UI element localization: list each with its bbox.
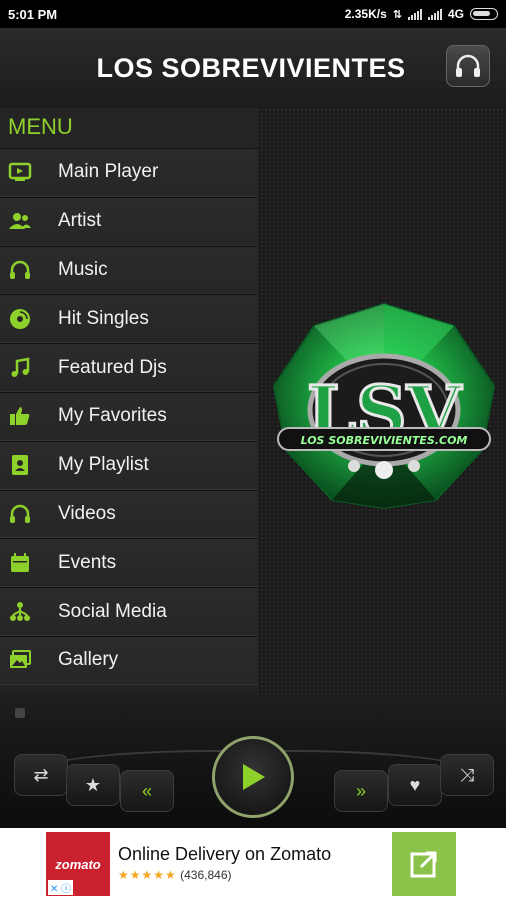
app-header: LOS SOBREVIVIENTES — [0, 28, 506, 108]
menu-item-label: Music — [58, 258, 108, 280]
menu-item-label: Social Media — [58, 600, 167, 622]
data-transfer-icon: ⇅ — [392, 8, 402, 21]
battery-icon — [470, 8, 498, 20]
menu-item-artist[interactable]: Artist — [0, 196, 258, 246]
progress-indicator[interactable] — [15, 708, 25, 718]
logo-text: LOS SOBREVIVIENTES.COM — [301, 434, 468, 447]
headphones-icon — [0, 258, 58, 282]
rewind-icon: « — [141, 780, 152, 801]
menu-item-label: Hit Singles — [58, 307, 149, 329]
menu-list: Main Player Artist Music Hit Singles Feature… — [0, 148, 258, 685]
menu-item-label: Featured Djs — [58, 356, 167, 378]
app-logo: LSV LOS SOBREVIVIENTES.COM — [268, 300, 500, 512]
status-icons: 2.35K/s ⇅ 4G — [345, 7, 498, 21]
play-button[interactable] — [212, 736, 294, 818]
menu-item-gallery[interactable]: Gallery — [0, 635, 258, 685]
menu-item-my-playlist[interactable]: My Playlist — [0, 440, 258, 490]
menu-item-featured-djs[interactable]: Featured Djs — [0, 343, 258, 392]
calendar-icon — [0, 551, 58, 575]
status-bar: 5:01 PM 2.35K/s ⇅ 4G — [0, 0, 506, 28]
gallery-icon — [0, 648, 58, 672]
headphones-icon — [0, 502, 58, 526]
menu-item-main-player[interactable]: Main Player — [0, 148, 258, 197]
menu-item-music[interactable]: Music — [0, 245, 258, 295]
network-icon — [0, 600, 58, 624]
ad-choices-icon[interactable]: ✕ ⓘ — [48, 880, 74, 895]
menu-item-social-media[interactable]: Social Media — [0, 587, 258, 636]
forward-icon: » — [355, 780, 366, 801]
menu-title: MENU — [0, 108, 258, 148]
ad-banner[interactable]: zomato ✕ ⓘ Online Delivery on Zomato ★★★… — [0, 828, 506, 900]
status-time: 5:01 PM — [8, 6, 58, 22]
repeat-icon: ⇄ — [33, 764, 49, 785]
playlist-icon — [0, 453, 58, 477]
app-title: LOS SOBREVIVIENTES — [96, 52, 406, 83]
signal-icon — [407, 8, 422, 20]
rating-count: (436,846) — [180, 868, 232, 882]
menu-item-label: Gallery — [58, 649, 119, 671]
like-button[interactable]: ♥ — [388, 764, 442, 806]
play-icon — [243, 764, 265, 790]
headphones-icon — [456, 54, 480, 77]
shuffle-button[interactable]: ⤨ — [440, 754, 494, 796]
ad-title[interactable]: Online Delivery on Zomato — [118, 844, 331, 865]
network-type: 4G — [447, 7, 464, 21]
menu-item-my-favorites[interactable]: My Favorites — [0, 391, 258, 441]
music-note-icon — [0, 356, 58, 380]
net-speed: 2.35K/s — [344, 7, 387, 21]
shuffle-icon: ⤨ — [459, 764, 475, 785]
people-icon — [0, 209, 58, 233]
ad-rating: ★★★★★ (436,846) — [118, 868, 232, 882]
player-controls: ⇄ ★ « » ♥ ⤨ — [0, 694, 506, 828]
menu-item-label: Main Player — [58, 161, 159, 183]
heart-icon: ♥ — [409, 774, 421, 795]
menu-item-label: My Playlist — [58, 454, 149, 476]
rewind-button[interactable]: « — [120, 770, 174, 812]
forward-button[interactable]: » — [334, 770, 388, 812]
menu-item-events[interactable]: Events — [0, 538, 258, 588]
menu-item-videos[interactable]: Videos — [0, 489, 258, 539]
headphones-button[interactable] — [446, 45, 490, 87]
signal-icon-2 — [427, 8, 442, 20]
menu-item-label: My Favorites — [58, 405, 167, 427]
disc-icon — [0, 307, 58, 331]
repeat-button[interactable]: ⇄ — [14, 754, 68, 796]
tv-icon — [0, 160, 58, 184]
menu-item-hit-singles[interactable]: Hit Singles — [0, 294, 258, 344]
rating-stars: ★★★★★ — [118, 868, 177, 882]
menu-item-label: Events — [58, 551, 117, 573]
external-link-icon — [410, 851, 437, 878]
menu-item-label: Videos — [58, 502, 116, 524]
favorite-star-button[interactable]: ★ — [66, 764, 120, 806]
menu-item-label: Artist — [58, 210, 102, 232]
star-icon: ★ — [84, 774, 102, 795]
thumbs-up-icon — [0, 404, 58, 428]
side-menu: MENU Main Player Artist Music Hit Singles Fe… — [0, 108, 258, 694]
ad-open-button[interactable] — [392, 832, 456, 896]
